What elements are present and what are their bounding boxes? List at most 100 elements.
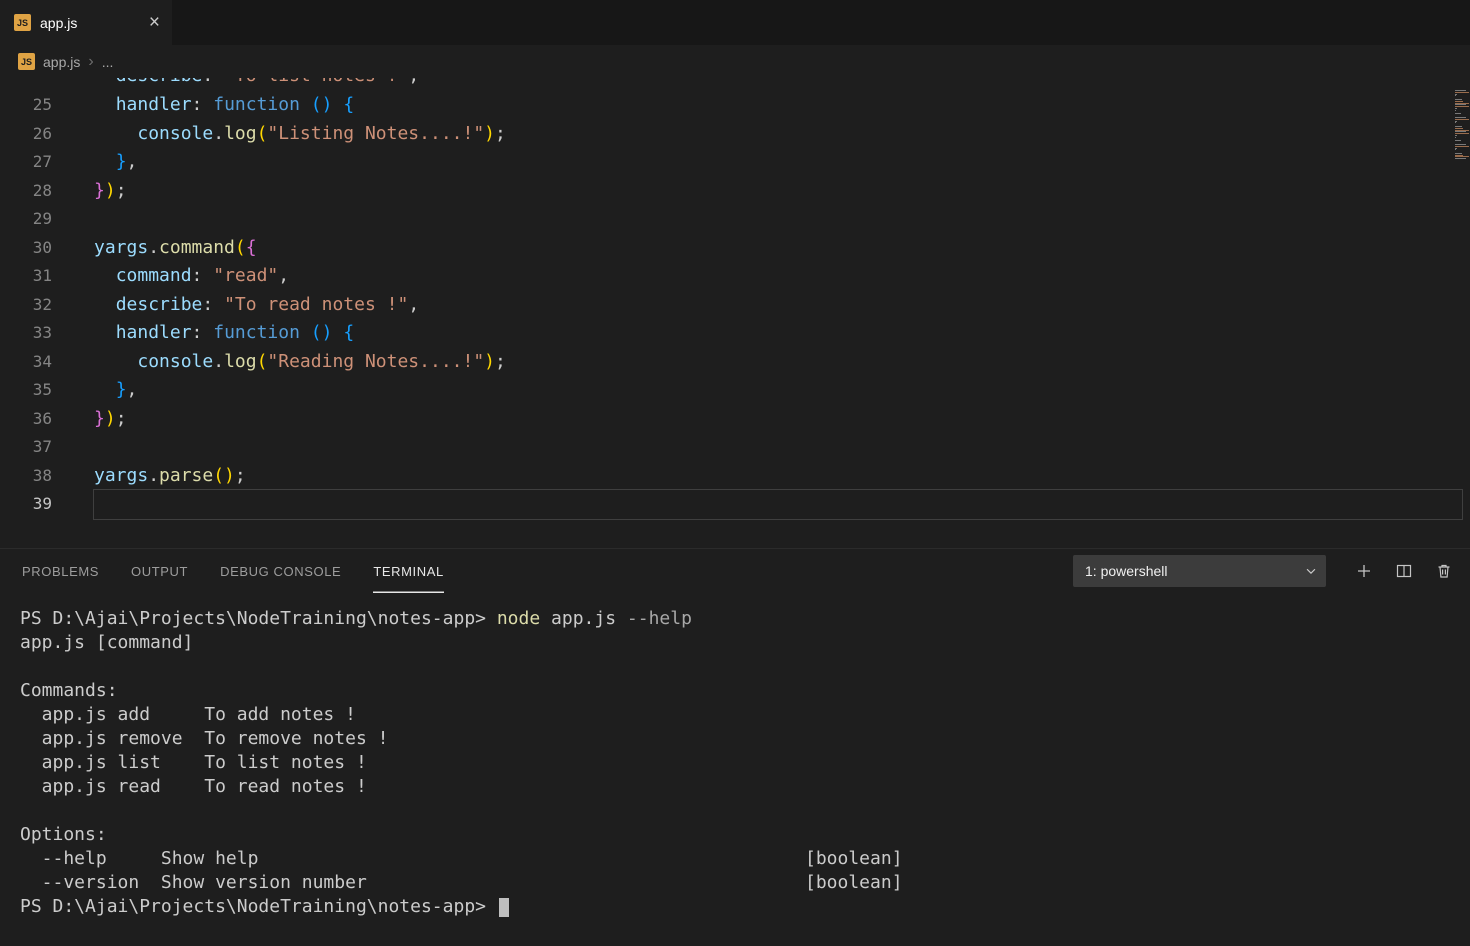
code-line[interactable]: 35 }, (0, 376, 1470, 405)
code-token: "To list notes !" (224, 78, 408, 86)
code-line[interactable]: 29 (0, 205, 1470, 234)
code-token: yargs (94, 236, 149, 258)
line-number[interactable]: 25 (0, 91, 52, 120)
line-content: }); (94, 405, 1462, 434)
line-number[interactable]: 37 (0, 433, 52, 462)
line-number (0, 78, 52, 91)
code-token: "To read notes !" (224, 293, 409, 315)
line-number[interactable]: 27 (0, 148, 52, 177)
code-token: ) (104, 407, 116, 429)
panel-tab-output[interactable]: OUTPUT (131, 549, 188, 593)
split-terminal-button[interactable] (1390, 557, 1418, 585)
new-terminal-button[interactable] (1350, 557, 1378, 585)
code-token: ; (115, 407, 127, 429)
line-number[interactable]: 39 (0, 490, 52, 519)
line-number[interactable]: 33 (0, 319, 52, 348)
minimap-line (1455, 140, 1462, 142)
close-tab-icon[interactable]: × (149, 13, 160, 32)
code-line[interactable]: 31 command: "read", (0, 262, 1470, 291)
tab-label: app.js (40, 14, 78, 31)
line-content: yargs.parse(); (94, 462, 1462, 491)
code-line[interactable]: 28}); (0, 177, 1470, 206)
code-line[interactable]: 38 yargs.parse(); (0, 462, 1470, 491)
minimap-line (1455, 106, 1469, 108)
line-content (93, 489, 1463, 520)
tab-app-js[interactable]: JS app.js × (0, 0, 172, 45)
line-content: }, (94, 148, 1462, 177)
code-line[interactable]: 37 (0, 433, 1470, 462)
code-editor[interactable]: describe: "To list notes !", 25 handler:… (0, 78, 1470, 548)
code-line[interactable]: 25 handler: function () { (0, 91, 1470, 120)
editor-tab-bar: JS app.js × (0, 0, 1470, 45)
code-line[interactable]: 34 console.log("Reading Notes....!"); (0, 348, 1470, 377)
code-line[interactable]: 33 handler: function () { (0, 319, 1470, 348)
line-number[interactable]: 32 (0, 291, 52, 320)
javascript-file-icon: JS (14, 14, 31, 31)
code-token: ) (104, 179, 116, 201)
line-number[interactable]: 34 (0, 348, 52, 377)
minimap-line (1455, 133, 1469, 135)
code-token: function (213, 94, 300, 115)
line-number[interactable]: 38 (0, 462, 52, 491)
line-number[interactable]: 26 (0, 120, 52, 149)
code-token: app.js list To list notes ! (20, 752, 367, 773)
code-token: } (115, 379, 127, 400)
code-token: . (148, 464, 160, 486)
code-token: ; (495, 350, 506, 372)
minimap-line (1455, 122, 1457, 124)
code-line[interactable]: 39 (0, 489, 1470, 520)
code-token: () (310, 322, 333, 343)
trash-icon (1438, 564, 1450, 578)
line-number[interactable]: 28 (0, 177, 52, 206)
line-number[interactable]: 31 (0, 262, 52, 291)
terminal-output[interactable]: PS D:\Ajai\Projects\NodeTraining\notes-a… (0, 593, 1470, 919)
code-token: command (115, 265, 192, 286)
line-content (94, 433, 1462, 462)
panel-tab-terminal[interactable]: TERMINAL (373, 549, 444, 593)
code-line[interactable]: 32 describe: "To read notes !", (0, 291, 1470, 320)
partial-line-clip: describe: "To list notes !", (0, 78, 1470, 91)
line-content: console.log("Reading Notes....!"); (94, 348, 1462, 377)
panel-tabs: PROBLEMS OUTPUT DEBUG CONSOLE TERMINAL (22, 549, 444, 593)
code-token: } (94, 407, 105, 429)
line-content: handler: function () { (94, 91, 1462, 120)
vscode-window: { "window": { "tab": { "label": "app.js"… (0, 0, 1470, 946)
breadcrumb-item-file[interactable]: app.js (43, 54, 80, 70)
terminal-picker[interactable]: 1: powershell (1073, 555, 1326, 587)
kill-terminal-button[interactable] (1430, 557, 1458, 585)
code-token: } (94, 179, 105, 201)
code-line[interactable]: 30 yargs.command({ (0, 234, 1470, 263)
terminal-line: PS D:\Ajai\Projects\NodeTraining\notes-a… (20, 607, 1470, 631)
terminal-line: --help Show help [boolean] (20, 847, 1470, 871)
breadcrumb-item-symbols[interactable]: ... (102, 54, 114, 70)
minimap-line (1455, 95, 1457, 97)
editor-lines: 25 handler: function () {26 console.log(… (0, 91, 1470, 520)
panel-tab-problems[interactable]: PROBLEMS (22, 549, 99, 593)
terminal-line: app.js list To list notes ! (20, 751, 1470, 775)
minimap[interactable] (1455, 90, 1470, 160)
code-token: : (191, 322, 214, 343)
partial-line-content: describe: "To list notes !", (94, 78, 1462, 91)
minimap-line (1455, 149, 1457, 151)
panel-tab-debug-console[interactable]: DEBUG CONSOLE (220, 549, 341, 593)
code-token: handler (115, 322, 192, 343)
code-line[interactable]: 36}); (0, 405, 1470, 434)
code-line[interactable]: 27 }, (0, 148, 1470, 177)
code-token: { (245, 236, 257, 258)
line-number[interactable]: 36 (0, 405, 52, 434)
line-number[interactable]: 29 (0, 205, 52, 234)
code-token: app.js read To read notes ! (20, 776, 367, 797)
code-token: --version Show version number (20, 872, 367, 893)
code-token: ) (484, 122, 496, 144)
code-line[interactable]: 26 console.log("Listing Notes....!"); (0, 120, 1470, 149)
terminal-cursor (498, 897, 509, 917)
line-number[interactable]: 35 (0, 376, 52, 405)
line-number[interactable]: 30 (0, 234, 52, 263)
